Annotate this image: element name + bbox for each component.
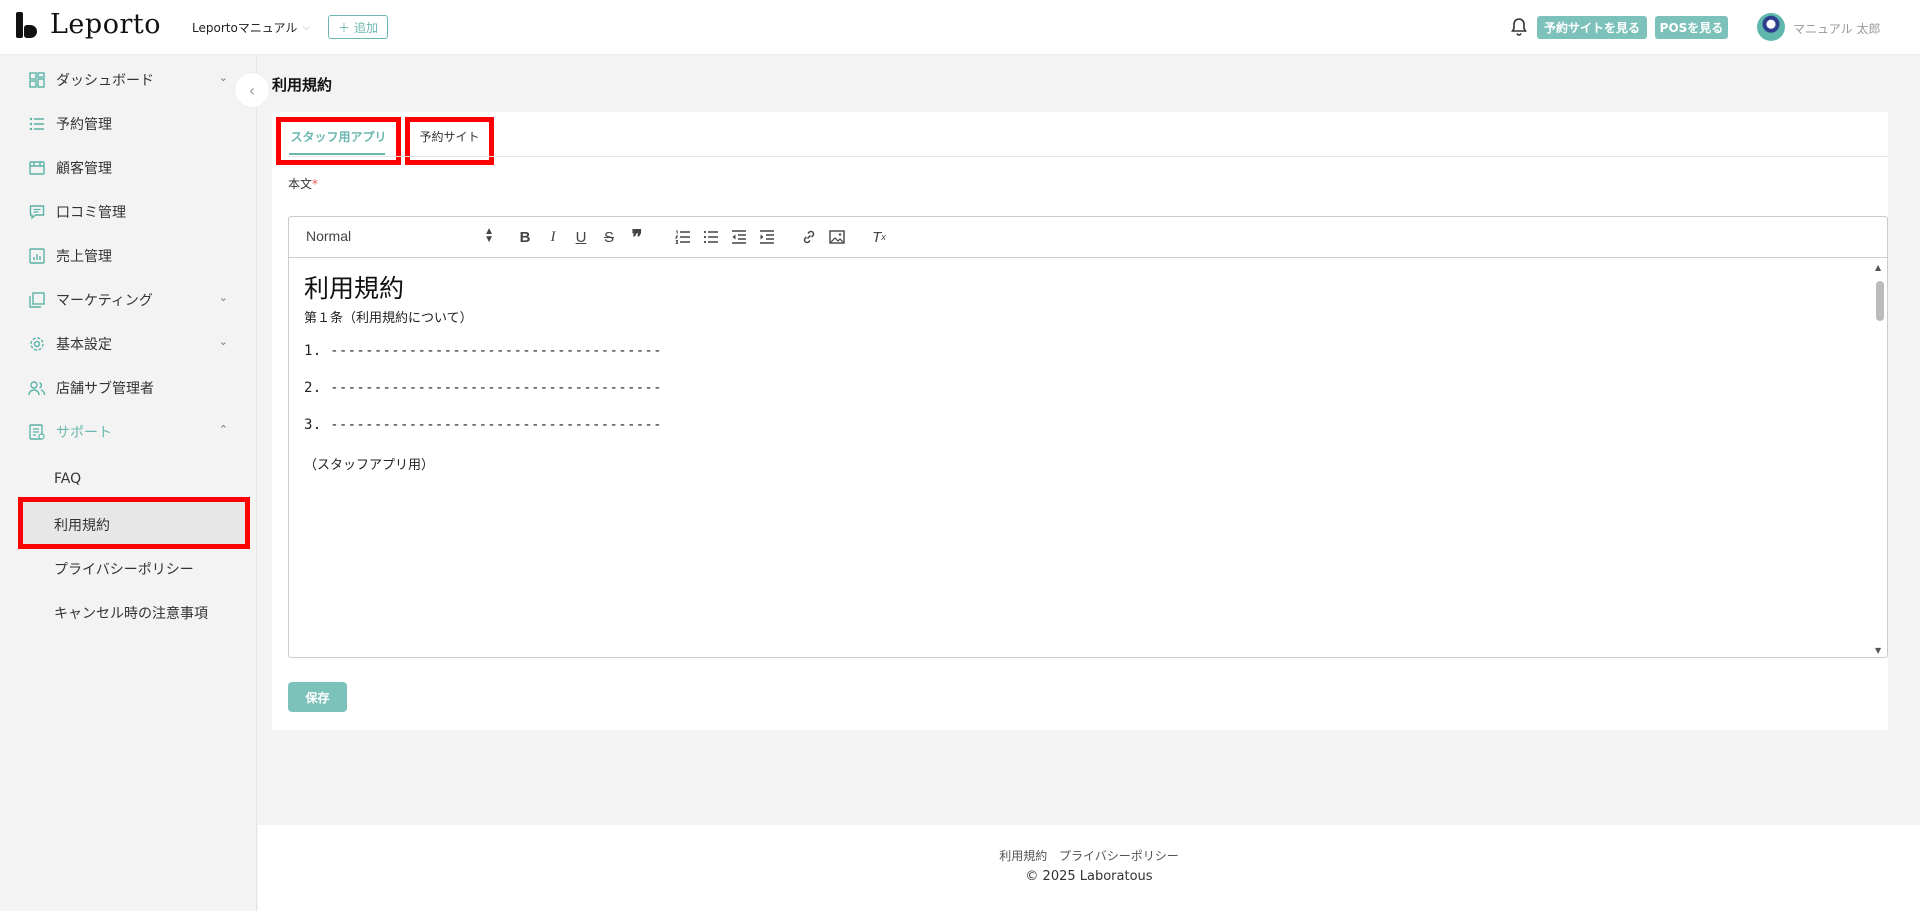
sidebar-subitem-cancellation-notes[interactable]: キャンセル時の注意事項 [54, 603, 208, 623]
content-note: （スタッフアプリ用） [304, 458, 435, 473]
editor-scrollbar[interactable]: ▲ ▼ [1875, 263, 1885, 655]
sidebar-item-support[interactable]: サポート ⌃ [28, 420, 228, 444]
footer-link-terms[interactable]: 利用規約 [999, 849, 1047, 863]
chevron-down-icon: ⌄ [218, 71, 228, 84]
add-button[interactable]: ＋ 追加 [328, 15, 388, 39]
indent-icon[interactable] [756, 227, 778, 247]
sidebar-item-sales[interactable]: 売上管理 [28, 244, 228, 268]
ordered-list-icon[interactable] [672, 227, 694, 247]
outdent-icon[interactable] [728, 227, 750, 247]
active-tab-indicator [289, 153, 385, 155]
gear-icon [28, 335, 46, 353]
image-icon[interactable] [826, 227, 848, 247]
chevron-down-icon: ⌄ [218, 335, 228, 348]
store-selector[interactable]: Leportoマニュアル ⌵ [192, 19, 310, 36]
underline-icon[interactable]: U [570, 227, 592, 247]
scroll-up-icon[interactable]: ▲ [1875, 263, 1881, 272]
sidebar-item-label: 基本設定 [56, 337, 112, 353]
add-button-label: 追加 [354, 20, 379, 35]
sidebar-item-dashboard[interactable]: ダッシュボード ⌄ [28, 68, 228, 92]
footer: 利用規約 プライバシーポリシー © 2025 Laboratous [258, 825, 1920, 911]
editor-toolbar: Normal ▲ ▼ B I U S ❞ Tx [289, 217, 1887, 258]
tab-booking-site[interactable]: 予約サイト [405, 117, 494, 165]
sidebar-item-reviews[interactable]: 口コミ管理 [28, 200, 228, 224]
sidebar-collapse-button[interactable]: ‹ [234, 72, 270, 108]
link-icon[interactable] [798, 227, 820, 247]
avatar[interactable] [1757, 13, 1785, 41]
view-booking-site-button[interactable]: 予約サイトを見る [1537, 16, 1647, 39]
page-title: 利用規約 [272, 76, 333, 94]
list-icon [28, 115, 46, 133]
sidebar-item-basic-settings[interactable]: 基本設定 ⌄ [28, 332, 228, 356]
clear-format-icon[interactable]: Tx [868, 227, 890, 247]
view-pos-button[interactable]: POSを見る [1655, 16, 1728, 39]
sidebar-subitem-terms-highlight [18, 497, 250, 549]
sidebar-subitem-privacy-policy[interactable]: プライバシーポリシー [54, 559, 194, 579]
required-mark: * [312, 177, 319, 191]
format-select[interactable]: Normal ▲ ▼ [306, 226, 494, 245]
sidebar-subitem-terms[interactable]: 利用規約 [54, 515, 110, 535]
sidebar-item-label: 予約管理 [56, 117, 112, 133]
chevron-left-icon: ‹ [248, 80, 256, 100]
store-name: Leportoマニュアル [192, 21, 298, 35]
rich-text-editor[interactable]: Normal ▲ ▼ B I U S ❞ Tx 利用規約 第１条（利用規約について… [288, 216, 1888, 658]
field-label-text: 本文 [288, 177, 313, 191]
dashboard-icon [28, 71, 46, 89]
scroll-down-icon[interactable]: ▼ [1875, 646, 1881, 655]
chevron-up-icon: ⌃ [218, 423, 228, 436]
users-icon [28, 379, 46, 397]
copyright: © 2025 Laboratous [1025, 869, 1153, 884]
sidebar [0, 56, 257, 911]
sidebar-item-customers[interactable]: 顧客管理 [28, 156, 228, 180]
tab-divider [288, 156, 1888, 157]
app-header: Leporto Leportoマニュアル ⌵ ＋ 追加 予約サイトを見る POS… [0, 0, 1920, 55]
blockquote-icon[interactable]: ❞ [626, 227, 648, 249]
tab-label: スタッフ用アプリ [290, 129, 387, 144]
sidebar-item-label: 顧客管理 [56, 161, 112, 177]
content-list-item: 1. -------------------------------------… [304, 343, 662, 359]
scrollbar-thumb[interactable] [1876, 281, 1884, 321]
logo[interactable]: Leporto [14, 9, 161, 40]
sidebar-item-marketing[interactable]: マーケティング ⌄ [28, 288, 228, 312]
sales-icon [28, 247, 46, 265]
plus-icon: ＋ [337, 20, 350, 35]
sidebar-item-label: 店舗サブ管理者 [56, 381, 154, 397]
support-icon [28, 423, 46, 441]
italic-icon[interactable]: I [542, 227, 564, 247]
sidebar-item-reservations[interactable]: 予約管理 [28, 112, 228, 136]
sidebar-item-label: 口コミ管理 [56, 205, 126, 221]
tab-staff-app[interactable]: スタッフ用アプリ [276, 117, 401, 165]
bell-icon[interactable] [1510, 17, 1528, 37]
sidebar-subitem-faq[interactable]: FAQ [54, 471, 81, 487]
content-list-item: 2. -------------------------------------… [304, 380, 662, 396]
sidebar-item-label: 売上管理 [56, 249, 112, 265]
select-arrows-icon: ▲ ▼ [484, 226, 494, 245]
sidebar-item-label: サポート [56, 425, 112, 441]
content-article: 第１条（利用規約について） [304, 311, 473, 326]
content-list-item: 3. -------------------------------------… [304, 417, 662, 433]
tab-label: 予約サイト [419, 129, 480, 144]
chevron-down-icon: ⌵ [302, 22, 311, 33]
sidebar-item-sub-admins[interactable]: 店舗サブ管理者 [28, 376, 228, 400]
footer-links: 利用規約 プライバシーポリシー [258, 847, 1920, 864]
chevron-down-icon: ⌄ [218, 291, 228, 304]
body-field-label: 本文* [288, 175, 318, 192]
bullet-list-icon[interactable] [700, 227, 722, 247]
editor-content[interactable]: 利用規約 第１条（利用規約について） 1. ------------------… [289, 259, 1887, 657]
logo-text: Leporto [50, 9, 161, 40]
content-heading: 利用規約 [304, 274, 405, 303]
review-icon [28, 203, 46, 221]
user-name[interactable]: マニュアル 太郎 [1793, 20, 1880, 37]
strikethrough-icon[interactable]: S [598, 227, 620, 247]
logo-mark-icon [14, 12, 40, 38]
marketing-icon [28, 291, 46, 309]
save-button[interactable]: 保存 [288, 682, 347, 712]
footer-link-privacy[interactable]: プライバシーポリシー [1059, 849, 1179, 863]
format-select-value: Normal [306, 228, 352, 244]
customer-icon [28, 159, 46, 177]
sidebar-item-label: マーケティング [56, 293, 153, 309]
sidebar-item-label: ダッシュボード [56, 73, 154, 89]
bold-icon[interactable]: B [514, 227, 536, 247]
